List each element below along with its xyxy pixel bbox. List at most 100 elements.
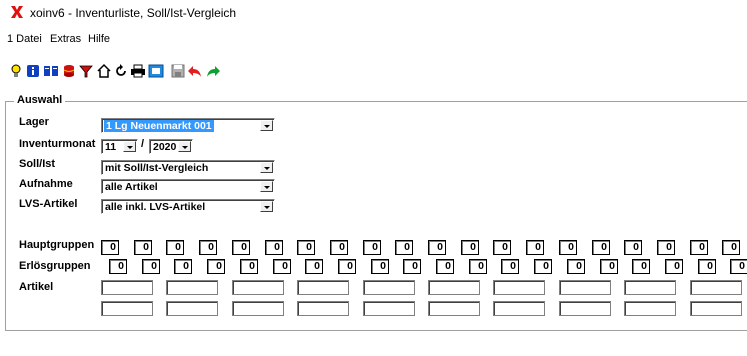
aufnahme-select-value: alle Artikel — [105, 181, 158, 193]
chevron-down-icon[interactable] — [260, 162, 273, 173]
hauptgruppe-from-field[interactable]: 0 — [493, 240, 511, 255]
home-icon[interactable] — [96, 63, 112, 79]
aufnahme-select[interactable]: alle Artikel — [101, 179, 275, 194]
sollist-select-value: mit Soll/Ist-Vergleich — [105, 162, 209, 174]
window-title: xoinv6 - Inventurliste, Soll/Ist-Verglei… — [30, 6, 237, 20]
hauptgruppe-from-field[interactable]: 0 — [134, 240, 152, 255]
hauptgruppe-from-field[interactable]: 0 — [101, 240, 119, 255]
artikel-field[interactable] — [232, 280, 284, 295]
menu-hilfe[interactable]: Hilfe — [88, 33, 110, 45]
artikel-field[interactable] — [363, 280, 415, 295]
hauptgruppe-from-field[interactable]: 0 — [690, 240, 708, 255]
erloesgruppe-field[interactable]: 0 — [698, 259, 716, 274]
chevron-down-icon[interactable] — [178, 141, 191, 152]
artikel-field[interactable] — [690, 301, 742, 316]
hauptgruppe-from-field[interactable]: 0 — [199, 240, 217, 255]
erloesgruppe-field[interactable]: 0 — [371, 259, 389, 274]
hauptgruppe-from-field[interactable]: 0 — [232, 240, 250, 255]
hauptgruppe-from-field[interactable]: 0 — [363, 240, 381, 255]
hauptgruppe-from-field[interactable]: 0 — [461, 240, 479, 255]
hauptgruppe-from-field[interactable]: 0 — [592, 240, 610, 255]
lvs-artikel-select-value: alle inkl. LVS-Artikel — [105, 201, 206, 213]
sollist-label: Soll/Ist — [19, 158, 56, 170]
inventurmonat-label: Inventurmonat — [19, 138, 96, 150]
bulb-icon[interactable] — [8, 63, 24, 79]
erloesgruppe-field[interactable]: 0 — [174, 259, 192, 274]
erloesgruppe-field[interactable]: 0 — [632, 259, 650, 274]
artikel-field[interactable] — [493, 280, 545, 295]
book-icon[interactable] — [43, 63, 59, 79]
menu-datei[interactable]: 1 Datei — [7, 33, 42, 45]
chevron-down-icon[interactable] — [260, 181, 273, 192]
artikel-field[interactable] — [101, 280, 153, 295]
hauptgruppe-from-field[interactable]: 0 — [428, 240, 446, 255]
hauptgruppen-label: Hauptgruppen — [19, 239, 95, 251]
lvs-artikel-label: LVS-Artikel — [19, 198, 78, 210]
hauptgruppe-from-field[interactable]: 0 — [297, 240, 315, 255]
sollist-select[interactable]: mit Soll/Ist-Vergleich — [101, 160, 275, 175]
hauptgruppe-from-field[interactable]: 0 — [559, 240, 577, 255]
erloesgruppe-field[interactable]: 0 — [338, 259, 356, 274]
artikel-label: Artikel — [19, 281, 54, 293]
artikel-field[interactable] — [690, 280, 742, 295]
artikel-field[interactable] — [101, 301, 153, 316]
month-select[interactable]: 11 — [101, 139, 138, 154]
hauptgruppe-from-field[interactable]: 0 — [265, 240, 283, 255]
hauptgruppe-from-field[interactable]: 0 — [395, 240, 413, 255]
artikel-field[interactable] — [624, 280, 676, 295]
erloesgruppe-field[interactable]: 0 — [534, 259, 552, 274]
lvs-artikel-select[interactable]: alle inkl. LVS-Artikel — [101, 199, 275, 214]
artikel-field[interactable] — [166, 301, 218, 316]
year-select[interactable]: 2020 — [149, 139, 193, 154]
aufnahme-label: Aufnahme — [19, 178, 73, 190]
erloesgruppe-field[interactable]: 0 — [600, 259, 618, 274]
erloesgruppe-field[interactable]: 0 — [403, 259, 421, 274]
hauptgruppe-from-field[interactable]: 0 — [624, 240, 642, 255]
artikel-field[interactable] — [232, 301, 284, 316]
redo-icon[interactable] — [205, 63, 221, 79]
database-icon[interactable] — [61, 63, 77, 79]
hauptgruppe-from-field[interactable]: 0 — [166, 240, 184, 255]
year-select-value: 2020 — [153, 141, 177, 153]
undo-icon[interactable] — [187, 63, 203, 79]
refresh-icon[interactable] — [113, 63, 129, 79]
erloesgruppe-field[interactable]: 0 — [469, 259, 487, 274]
artikel-field[interactable] — [428, 301, 480, 316]
erloesgruppe-field[interactable]: 0 — [436, 259, 454, 274]
menu-extras[interactable]: Extras — [50, 33, 81, 45]
erloesgruppe-field[interactable]: 0 — [273, 259, 291, 274]
artikel-field[interactable] — [559, 280, 611, 295]
artikel-field[interactable] — [297, 280, 349, 295]
erloesgruppe-field[interactable]: 0 — [109, 259, 127, 274]
artikel-field[interactable] — [428, 280, 480, 295]
erloesgruppe-field[interactable]: 0 — [501, 259, 519, 274]
info-icon[interactable] — [25, 63, 41, 79]
erloesgruppe-field[interactable]: 0 — [665, 259, 683, 274]
erloesgruppe-field[interactable]: 0 — [305, 259, 323, 274]
erloesgruppe-field[interactable]: 0 — [240, 259, 258, 274]
app-logo-icon — [11, 6, 23, 18]
artikel-field[interactable] — [166, 280, 218, 295]
print-icon[interactable] — [130, 63, 146, 79]
artikel-field[interactable] — [297, 301, 349, 316]
erloesgruppe-field[interactable]: 0 — [567, 259, 585, 274]
lager-select[interactable]: 1 Lg Neuenmarkt 001 — [101, 118, 275, 133]
hauptgruppe-from-field[interactable]: 0 — [657, 240, 675, 255]
filter-icon[interactable] — [78, 63, 94, 79]
screen-icon[interactable] — [148, 63, 164, 79]
save-icon[interactable] — [170, 63, 186, 79]
artikel-field[interactable] — [559, 301, 611, 316]
artikel-field[interactable] — [493, 301, 545, 316]
erloesgruppe-field[interactable]: 0 — [142, 259, 160, 274]
erloesgruppe-field[interactable]: 0 — [730, 259, 747, 274]
hauptgruppe-from-field[interactable]: 0 — [330, 240, 348, 255]
hauptgruppe-from-field[interactable]: 0 — [526, 240, 544, 255]
chevron-down-icon[interactable] — [260, 120, 273, 131]
lager-label: Lager — [19, 116, 49, 128]
artikel-field[interactable] — [363, 301, 415, 316]
erloesgruppe-field[interactable]: 0 — [207, 259, 225, 274]
chevron-down-icon[interactable] — [260, 201, 273, 212]
artikel-field[interactable] — [624, 301, 676, 316]
chevron-down-icon[interactable] — [123, 141, 136, 152]
hauptgruppe-from-field[interactable]: 0 — [722, 240, 740, 255]
